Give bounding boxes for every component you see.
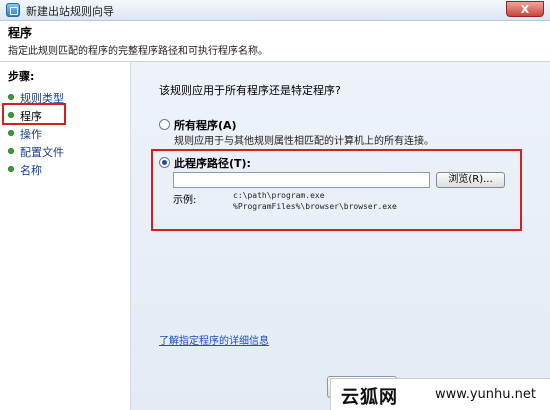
example-path: %ProgramFiles%\browser\browser.exe [233, 202, 397, 211]
step-bullet-icon [8, 94, 14, 100]
this-program-radio[interactable] [159, 157, 170, 168]
all-programs-description: 规则应用于与其他规则属性相匹配的计算机上的所有连接。 [174, 136, 434, 147]
step-profile[interactable]: 配置文件 [8, 143, 126, 159]
wizard-header: 程序 指定此规则匹配的程序的完整程序路径和可执行程序名称。 [0, 21, 550, 62]
step-bullet-icon [8, 166, 14, 172]
steps-sidebar: 步骤: 规则类型 程序 操作 配置文件 名称 [0, 62, 131, 410]
watermark-url: www.yunhu.net [435, 387, 536, 402]
current-step-highlight [2, 103, 66, 125]
title-bar: 新建出站规则向导 X [0, 0, 550, 21]
example-path: c:\path\program.exe [233, 191, 325, 200]
all-programs-radio[interactable] [159, 119, 170, 130]
page-subtitle: 指定此规则匹配的程序的完整程序路径和可执行程序名称。 [8, 46, 268, 57]
step-name[interactable]: 名称 [8, 161, 126, 177]
watermark-brand: 云狐网 [341, 387, 398, 408]
main-content: 该规则应用于所有程序还是特定程序? 所有程序(A) 规则应用于与其他规则属性相匹… [131, 62, 550, 410]
all-programs-label[interactable]: 所有程序(A) [174, 117, 237, 133]
scope-question: 该规则应用于所有程序还是特定程序? [159, 84, 341, 97]
window-title: 新建出站规则向导 [26, 5, 114, 18]
browse-button[interactable]: 浏览(R)... [436, 172, 505, 188]
page-title: 程序 [8, 26, 33, 40]
learn-more-link[interactable]: 了解指定程序的详细信息 [159, 332, 269, 347]
step-bullet-icon [8, 148, 14, 154]
this-program-label[interactable]: 此程序路径(T): [174, 155, 251, 171]
step-label: 配置文件 [20, 146, 64, 159]
step-bullet-icon [8, 130, 14, 136]
step-label: 名称 [20, 164, 42, 177]
step-label: 操作 [20, 128, 42, 141]
close-button[interactable]: X [506, 1, 544, 17]
example-label: 示例: [173, 195, 197, 206]
site-watermark: 云狐网 www.yunhu.net [330, 378, 550, 410]
step-action[interactable]: 操作 [8, 125, 126, 141]
program-path-input[interactable] [173, 172, 430, 188]
firewall-app-icon [6, 3, 20, 17]
steps-heading: 步骤: [8, 70, 35, 83]
